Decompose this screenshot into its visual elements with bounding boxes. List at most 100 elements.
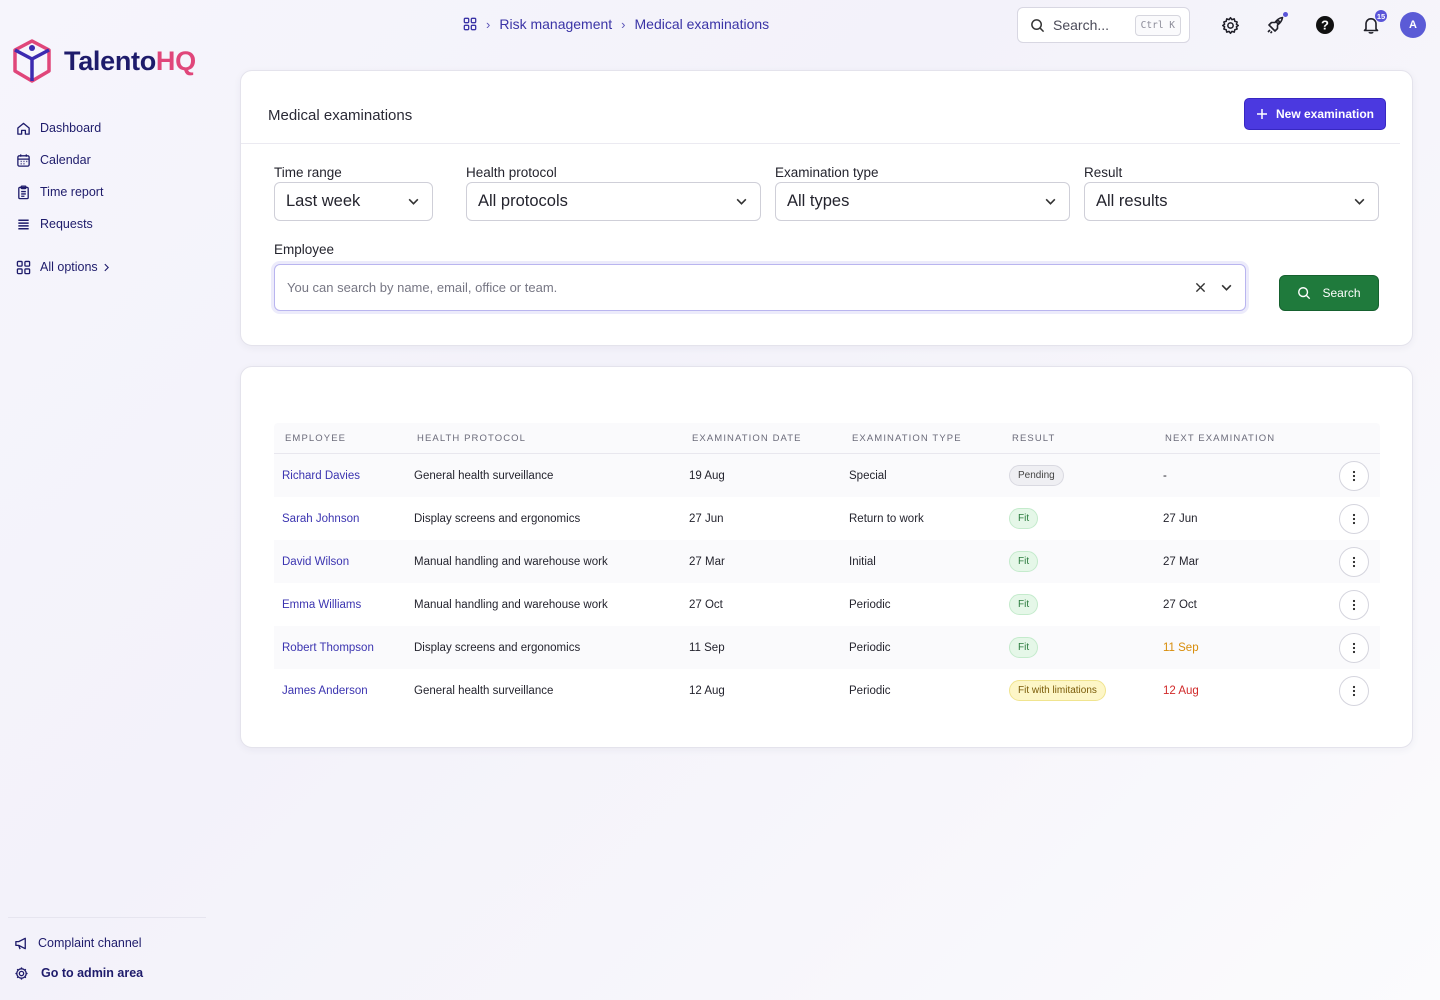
brand-name: TalentoHQ (64, 45, 196, 76)
sidebar-item-label: Dashboard (40, 121, 102, 135)
row-actions-button[interactable] (1339, 546, 1369, 577)
sidebar-item-requests[interactable]: Requests (16, 208, 111, 240)
employee-link[interactable]: David Wilson (282, 556, 349, 568)
examinations-card: EMPLOYEE HEALTH PROTOCOL EXAMINATION DAT… (240, 366, 1413, 748)
result-select[interactable]: All results (1084, 182, 1379, 221)
sidebar: TalentoHQ Dashboard Calendar Time report… (0, 0, 215, 1000)
employee-link[interactable]: Sarah Johnson (282, 513, 359, 525)
column-header-employee[interactable]: EMPLOYEE (274, 433, 414, 444)
more-vertical-icon (1352, 599, 1356, 610)
employee-link[interactable]: James Anderson (282, 685, 368, 697)
chevron-down-icon (408, 198, 419, 205)
filters-card: Medical examinations New examination Tim… (240, 70, 1413, 346)
apps-grid-icon[interactable] (463, 17, 477, 31)
sidebar-footer: Complaint channel Go to admin area (14, 928, 209, 988)
type-cell: Initial (849, 555, 876, 568)
result-badge: Fit (1009, 551, 1039, 572)
date-cell: 12 Aug (689, 684, 725, 697)
plus-icon (1256, 109, 1267, 119)
protocol-cell: Manual handling and warehouse work (414, 555, 608, 568)
result-badge: Pending (1009, 465, 1064, 486)
employee-link[interactable]: Emma Williams (282, 599, 361, 611)
clipboard-icon (18, 184, 29, 199)
examinations-table: EMPLOYEE HEALTH PROTOCOL EXAMINATION DAT… (274, 423, 1380, 712)
employee-link[interactable]: Richard Davies (282, 470, 360, 482)
health-protocol-select[interactable]: All protocols (466, 182, 761, 221)
grid-icon (16, 260, 31, 274)
employee-link[interactable]: Robert Thompson (282, 642, 374, 654)
new-examination-button[interactable]: New examination (1244, 98, 1386, 130)
table-header: EMPLOYEE HEALTH PROTOCOL EXAMINATION DAT… (274, 423, 1380, 454)
health-protocol-label: Health protocol (466, 165, 557, 180)
search-button-label: Search (1322, 286, 1361, 300)
protocol-cell: Display screens and ergonomics (414, 512, 581, 525)
cube-logo-icon (13, 39, 51, 83)
sidebar-item-all-options[interactable]: All options (16, 251, 111, 283)
examination-type-select[interactable]: All types (775, 182, 1070, 221)
employee-search-field[interactable]: You can search by name, email, office or… (274, 264, 1246, 311)
sidebar-item-label: Requests (40, 217, 93, 231)
header-divider (241, 143, 1400, 144)
next-examination-cell: 11 Sep (1163, 641, 1199, 654)
type-cell: Return to work (849, 512, 924, 525)
sidebar-item-calendar[interactable]: Calendar (16, 144, 111, 176)
page-title: Medical examinations (268, 107, 413, 124)
column-header-examination-date[interactable]: EXAMINATION DATE (689, 433, 849, 444)
type-cell: Periodic (849, 684, 891, 697)
chevron-down-icon[interactable] (1220, 281, 1233, 294)
row-actions-button[interactable] (1339, 675, 1369, 706)
avatar[interactable]: A (1400, 12, 1426, 38)
search-button[interactable]: Search (1279, 275, 1379, 311)
table-body: Richard Davies General health surveillan… (274, 454, 1380, 712)
help-button[interactable]: ? (1313, 13, 1337, 37)
health-protocol-value: All protocols (478, 192, 568, 210)
sidebar-item-time-report[interactable]: Time report (16, 176, 111, 208)
sidebar-item-label: Time report (40, 185, 104, 199)
result-badge: Fit (1009, 508, 1039, 529)
table-row: Sarah Johnson Display screens and ergono… (274, 497, 1380, 540)
employee-label: Employee (274, 242, 335, 257)
column-header-health-protocol[interactable]: HEALTH PROTOCOL (414, 433, 689, 444)
chevron-right-icon (104, 263, 109, 271)
next-examination-cell: 27 Oct (1163, 598, 1197, 611)
table-row: Richard Davies General health surveillan… (274, 454, 1380, 497)
new-examination-label: New examination (1275, 107, 1375, 121)
sidebar-item-complaint-channel[interactable]: Complaint channel (14, 928, 209, 958)
date-cell: 27 Oct (689, 598, 723, 611)
type-cell: Periodic (849, 641, 891, 654)
more-vertical-icon (1352, 470, 1356, 481)
type-cell: Periodic (849, 598, 891, 611)
global-search[interactable]: Search... Ctrl K (1017, 7, 1190, 43)
row-actions-button[interactable] (1339, 503, 1369, 534)
result-badge: Fit with limitations (1009, 680, 1106, 701)
column-header-examination-type[interactable]: EXAMINATION TYPE (849, 433, 1009, 444)
clear-icon[interactable] (1195, 282, 1206, 293)
gear-icon (15, 966, 28, 980)
search-placeholder: Search... (1053, 17, 1110, 33)
column-header-result[interactable]: RESULT (1009, 433, 1163, 444)
protocol-cell: General health surveillance (414, 469, 554, 482)
logo[interactable]: TalentoHQ (12, 39, 196, 83)
calendar-icon (17, 153, 30, 167)
table-row: Robert Thompson Display screens and ergo… (274, 626, 1380, 669)
help-icon: ? (1316, 16, 1334, 34)
chevron-down-icon (736, 198, 747, 205)
row-actions-button[interactable] (1339, 460, 1369, 491)
settings-button[interactable] (1218, 13, 1242, 37)
table-row: James Anderson General health surveillan… (274, 669, 1380, 712)
type-cell: Special (849, 469, 887, 482)
rocket-icon (1267, 16, 1284, 34)
time-range-value: Last week (286, 192, 361, 210)
breadcrumb-section[interactable]: Risk management (499, 16, 612, 32)
row-actions-button[interactable] (1339, 632, 1369, 663)
table-row: Emma Williams Manual handling and wareho… (274, 583, 1380, 626)
sidebar-item-dashboard[interactable]: Dashboard (16, 112, 111, 144)
time-range-label: Time range (274, 165, 342, 180)
more-vertical-icon (1352, 513, 1356, 524)
date-cell: 27 Jun (689, 512, 724, 525)
column-header-next-examination[interactable]: NEXT EXAMINATION (1163, 433, 1328, 444)
row-actions-button[interactable] (1339, 589, 1369, 620)
sidebar-item-admin-area[interactable]: Go to admin area (14, 958, 209, 988)
result-label: Result (1084, 165, 1123, 180)
time-range-select[interactable]: Last week (274, 182, 433, 221)
